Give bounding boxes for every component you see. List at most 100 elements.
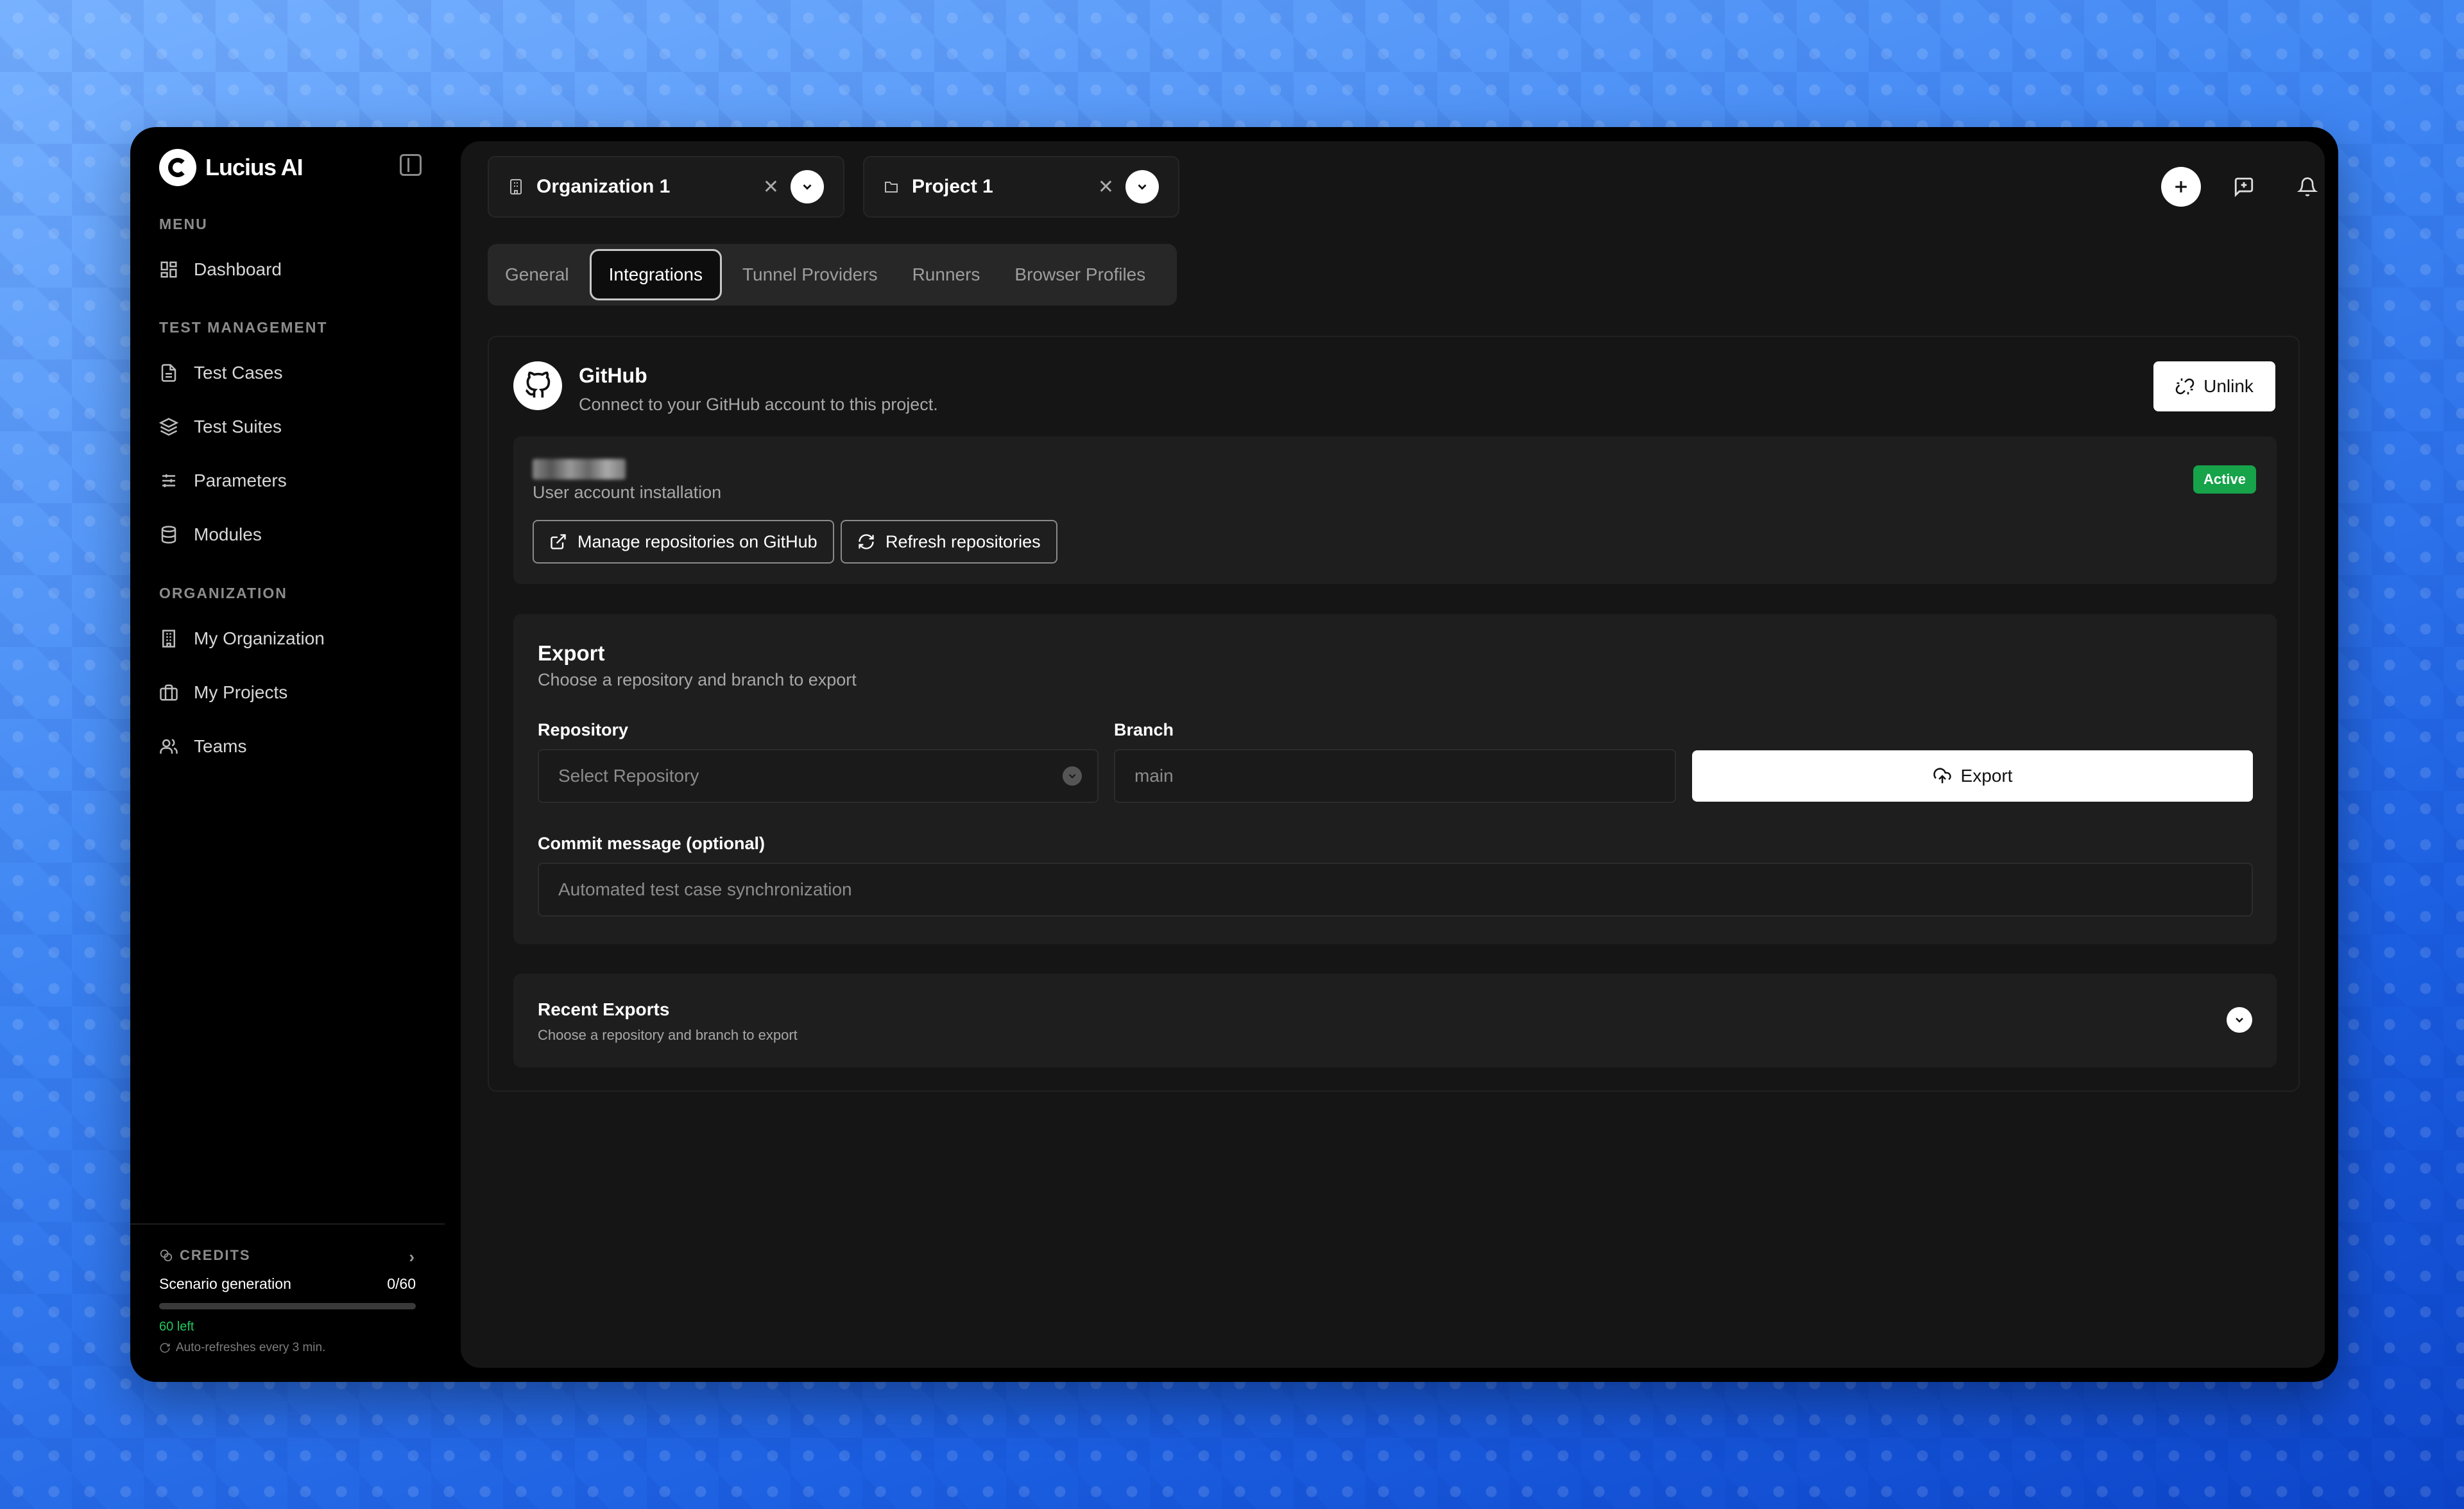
- users-icon: [159, 737, 178, 756]
- credits-row: Scenario generation 0/60: [159, 1275, 416, 1293]
- folder-icon: [884, 178, 899, 195]
- commit-message-input[interactable]: Automated test case synchronization: [538, 863, 2253, 917]
- sidebar-item-test-cases[interactable]: Test Cases: [159, 354, 283, 392]
- sidebar-item-label: Test Cases: [194, 363, 283, 383]
- add-button[interactable]: [2161, 167, 2201, 207]
- sidebar-item-my-projects[interactable]: My Projects: [159, 673, 287, 712]
- message-plus-icon: [2234, 177, 2254, 198]
- credits-divider: [130, 1223, 445, 1225]
- sidebar-item-label: My Projects: [194, 682, 288, 702]
- sidebar-item-dashboard[interactable]: Dashboard: [159, 250, 282, 289]
- recent-exports-subtitle: Choose a repository and branch to export: [538, 1027, 798, 1043]
- credits-item-label: Scenario generation: [159, 1275, 291, 1292]
- layers-icon: [159, 417, 178, 436]
- organization-selector[interactable]: Organization 1 ✕: [488, 156, 844, 218]
- database-icon: [159, 525, 178, 544]
- export-title: Export: [538, 641, 605, 665]
- unlink-button[interactable]: Unlink: [2153, 361, 2275, 411]
- feedback-button[interactable]: [2224, 167, 2264, 207]
- clear-project-icon[interactable]: ✕: [1098, 176, 1114, 198]
- sidebar-collapse-icon[interactable]: [400, 154, 422, 176]
- installation-panel: User account installation Active Manage …: [513, 436, 2277, 584]
- project-name: Project 1: [912, 176, 993, 197]
- notifications-button[interactable]: [2288, 167, 2327, 207]
- credits-left: 60 left: [159, 1320, 194, 1334]
- organization-name: Organization 1: [536, 176, 671, 197]
- chevron-down-icon[interactable]: [791, 170, 824, 203]
- brand-name: Lucius AI: [205, 154, 304, 180]
- commit-message-label: Commit message (optional): [538, 834, 766, 853]
- tab-browser-profiles[interactable]: Browser Profiles: [997, 249, 1163, 300]
- tab-general[interactable]: General: [488, 249, 586, 300]
- sidebar-item-label: My Organization: [194, 628, 325, 648]
- dashboard-icon: [159, 260, 178, 279]
- export-subtitle: Choose a repository and branch to export: [538, 670, 857, 689]
- refresh-repositories-label: Refresh repositories: [886, 531, 1041, 551]
- branch-input[interactable]: main: [1114, 749, 1676, 803]
- unlink-icon: [2175, 378, 2194, 395]
- sidebar-item-test-suites[interactable]: Test Suites: [159, 408, 282, 446]
- status-badge: Active: [2193, 465, 2256, 494]
- building-icon: [159, 629, 178, 648]
- refresh-icon: [859, 534, 874, 549]
- repository-placeholder: Select Repository: [558, 766, 699, 786]
- logo-icon: [159, 149, 196, 186]
- briefcase-icon: [159, 683, 178, 702]
- sidebar-item-label: Modules: [194, 524, 262, 544]
- credits-label: CREDITS: [180, 1247, 251, 1263]
- sidebar-item-label: Parameters: [194, 470, 287, 490]
- coin-icon: [160, 1249, 173, 1262]
- manage-repositories-button[interactable]: Manage repositories on GitHub: [533, 520, 834, 564]
- sidebar-item-label: Dashboard: [194, 259, 282, 279]
- sliders-icon: [159, 471, 178, 490]
- section-label-test-management: TEST MANAGEMENT: [159, 319, 328, 336]
- section-label-menu: MENU: [159, 216, 208, 232]
- github-icon: [513, 361, 562, 410]
- repository-label: Repository: [538, 720, 629, 739]
- external-link-icon: [551, 534, 566, 549]
- cloud-upload-icon: [1933, 768, 1951, 784]
- sidebar: Lucius AI MENU Dashboard TEST MANAGEMENT…: [130, 127, 459, 1382]
- sidebar-item-parameters[interactable]: Parameters: [159, 461, 287, 500]
- github-description: Connect to your GitHub account to this p…: [579, 395, 938, 414]
- tab-runners[interactable]: Runners: [895, 249, 998, 300]
- credits-header: CREDITS ›: [159, 1247, 416, 1267]
- export-button[interactable]: Export: [1692, 750, 2253, 802]
- brand[interactable]: Lucius AI: [159, 149, 304, 186]
- credits-note: Auto-refreshes every 3 min.: [159, 1341, 416, 1355]
- tab-integrations[interactable]: Integrations: [589, 249, 722, 300]
- export-panel: Export Choose a repository and branch to…: [513, 614, 2277, 944]
- project-selector[interactable]: Project 1 ✕: [863, 156, 1179, 218]
- main-panel: Organization 1 ✕ Project 1 ✕ AS: [461, 141, 2325, 1368]
- sidebar-item-modules[interactable]: Modules: [159, 515, 262, 554]
- github-integration-card: GitHub Connect to your GitHub account to…: [488, 336, 2300, 1092]
- section-label-organization: ORGANIZATION: [159, 585, 287, 601]
- sidebar-item-label: Test Suites: [194, 417, 282, 436]
- chevron-right-icon[interactable]: ›: [409, 1247, 416, 1267]
- credits-panel[interactable]: CREDITS › Scenario generation 0/60 60 le…: [159, 1247, 416, 1355]
- plus-icon: [2175, 181, 2187, 193]
- credits-note-text: Auto-refreshes every 3 min.: [176, 1341, 326, 1354]
- clear-organization-icon[interactable]: ✕: [763, 176, 779, 198]
- chevron-down-icon[interactable]: [2227, 1007, 2252, 1033]
- building-icon: [508, 178, 524, 195]
- chevron-down-icon[interactable]: [1125, 170, 1159, 203]
- credits-usage: 0/60: [387, 1275, 416, 1292]
- repository-select[interactable]: Select Repository: [538, 749, 1099, 803]
- sidebar-item-my-organization[interactable]: My Organization: [159, 619, 325, 658]
- unlink-label: Unlink: [2203, 376, 2254, 396]
- refresh-repositories-button[interactable]: Refresh repositories: [841, 520, 1057, 564]
- refresh-icon: [160, 1343, 170, 1353]
- recent-exports-panel[interactable]: Recent Exports Choose a repository and b…: [513, 974, 2277, 1067]
- sidebar-item-teams[interactable]: Teams: [159, 727, 246, 766]
- credits-progress-bar: [159, 1303, 416, 1309]
- branch-label: Branch: [1114, 720, 1174, 739]
- settings-tabs: General Integrations Tunnel Providers Ru…: [488, 244, 1177, 306]
- tab-tunnel-providers[interactable]: Tunnel Providers: [725, 249, 895, 300]
- github-title: GitHub: [579, 364, 647, 387]
- chevron-down-icon: [1063, 766, 1082, 786]
- bell-icon: [2297, 177, 2318, 196]
- app-window: Lucius AI MENU Dashboard TEST MANAGEMENT…: [130, 127, 2338, 1382]
- recent-exports-title: Recent Exports: [538, 999, 670, 1019]
- manage-repositories-label: Manage repositories on GitHub: [578, 531, 817, 551]
